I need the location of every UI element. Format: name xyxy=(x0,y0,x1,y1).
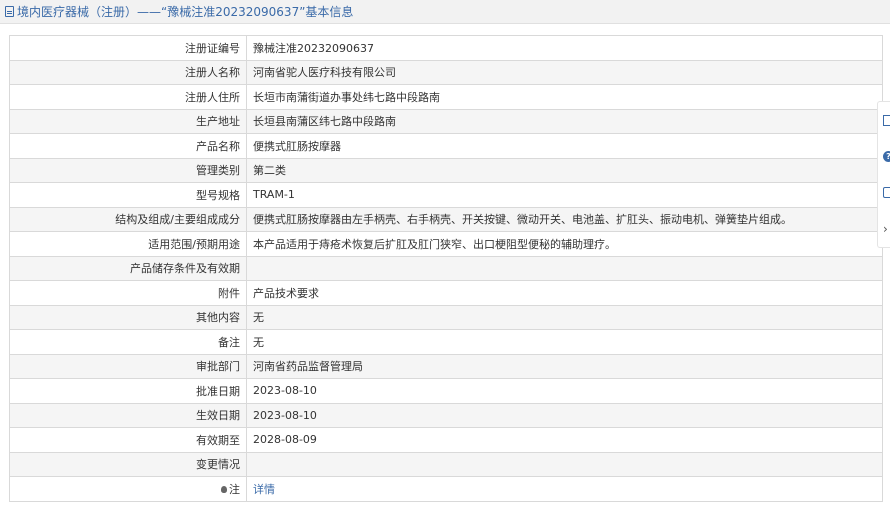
row-value: TRAM-1 xyxy=(246,182,883,208)
row-value xyxy=(246,255,883,281)
row-label: 变更情况 xyxy=(9,451,247,477)
row-label: 注册证编号 xyxy=(9,35,247,61)
table-row: 有效期至 2028-08-09 xyxy=(9,427,883,453)
table-row: 结构及组成/主要组成成分 便携式肛肠按摩器由左手柄壳、右手柄壳、开关按键、微动开… xyxy=(9,206,883,232)
table-row: 变更情况 xyxy=(9,451,883,477)
side-toolbar: ? › xyxy=(877,101,890,248)
row-value: 无 xyxy=(246,304,883,330)
row-value: 第二类 xyxy=(246,157,883,183)
row-label: 注册人名称 xyxy=(9,59,247,85)
chevron-right-icon[interactable]: › xyxy=(883,223,890,235)
row-label: 结构及组成/主要组成成分 xyxy=(9,206,247,232)
copy-icon[interactable] xyxy=(883,187,890,198)
detail-link[interactable]: 详情 xyxy=(253,483,275,496)
note-label: 注 xyxy=(229,482,240,496)
info-table: 注册证编号 豫械注准20232090637 注册人名称 河南省驼人医疗科技有限公… xyxy=(9,35,883,502)
document-icon xyxy=(5,6,14,17)
row-value: 本产品适用于痔疮术恢复后扩肛及肛门狭窄、出口梗阻型便秘的辅助理疗。 xyxy=(246,231,883,257)
table-row: 审批部门 河南省药品监督管理局 xyxy=(9,353,883,379)
lightbulb-icon xyxy=(221,485,227,493)
row-label: 审批部门 xyxy=(9,353,247,379)
page-header: 境内医疗器械（注册）——“豫械注准20232090637”基本信息 xyxy=(0,0,890,24)
row-value xyxy=(246,451,883,477)
row-value: 产品技术要求 xyxy=(246,280,883,306)
row-value: 河南省药品监督管理局 xyxy=(246,353,883,379)
row-label: 型号规格 xyxy=(9,182,247,208)
row-value: 豫械注准20232090637 xyxy=(246,35,883,61)
table-row: 注册证编号 豫械注准20232090637 xyxy=(9,35,883,61)
row-label: 产品储存条件及有效期 xyxy=(9,255,247,281)
page-title-text: 境内医疗器械（注册）——“豫械注准20232090637”基本信息 xyxy=(17,5,354,19)
row-label: 注册人住所 xyxy=(9,84,247,110)
row-label: 适用范围/预期用途 xyxy=(9,231,247,257)
table-row: 适用范围/预期用途 本产品适用于痔疮术恢复后扩肛及肛门狭窄、出口梗阻型便秘的辅助… xyxy=(9,231,883,257)
table-row: 批准日期 2023-08-10 xyxy=(9,378,883,404)
row-value: 长垣县南蒲区纬七路中段路南 xyxy=(246,108,883,134)
row-label: 生产地址 xyxy=(9,108,247,134)
row-label: 管理类别 xyxy=(9,157,247,183)
row-label: 批准日期 xyxy=(9,378,247,404)
row-value: 2023-08-10 xyxy=(246,402,883,428)
row-value: 详情 xyxy=(246,476,883,502)
row-label: 有效期至 xyxy=(9,427,247,453)
row-label-note: 注 xyxy=(9,476,247,502)
row-label: 附件 xyxy=(9,280,247,306)
row-value: 2023-08-10 xyxy=(246,378,883,404)
row-value: 无 xyxy=(246,329,883,355)
row-value: 2028-08-09 xyxy=(246,427,883,453)
row-value: 便携式肛肠按摩器由左手柄壳、右手柄壳、开关按键、微动开关、电池盖、扩肛头、振动电… xyxy=(246,206,883,232)
table-row: 生效日期 2023-08-10 xyxy=(9,402,883,428)
page-title: 境内医疗器械（注册）——“豫械注准20232090637”基本信息 xyxy=(5,4,353,20)
row-label: 产品名称 xyxy=(9,133,247,159)
row-value: 河南省驼人医疗科技有限公司 xyxy=(246,59,883,85)
table-row: 产品名称 便携式肛肠按摩器 xyxy=(9,133,883,159)
table-row: 型号规格 TRAM-1 xyxy=(9,182,883,208)
document-icon[interactable] xyxy=(883,115,890,126)
table-row: 产品储存条件及有效期 xyxy=(9,255,883,281)
row-label: 生效日期 xyxy=(9,402,247,428)
table-row: 注 详情 xyxy=(9,476,883,502)
table-row: 生产地址 长垣县南蒲区纬七路中段路南 xyxy=(9,108,883,134)
help-icon[interactable]: ? xyxy=(883,151,890,162)
row-label: 备注 xyxy=(9,329,247,355)
table-row: 注册人名称 河南省驼人医疗科技有限公司 xyxy=(9,59,883,85)
row-value: 长垣市南蒲街道办事处纬七路中段路南 xyxy=(246,84,883,110)
table-row: 管理类别 第二类 xyxy=(9,157,883,183)
row-value: 便携式肛肠按摩器 xyxy=(246,133,883,159)
table-row: 备注 无 xyxy=(9,329,883,355)
table-row: 附件 产品技术要求 xyxy=(9,280,883,306)
row-label: 其他内容 xyxy=(9,304,247,330)
table-row: 注册人住所 长垣市南蒲街道办事处纬七路中段路南 xyxy=(9,84,883,110)
table-row: 其他内容 无 xyxy=(9,304,883,330)
